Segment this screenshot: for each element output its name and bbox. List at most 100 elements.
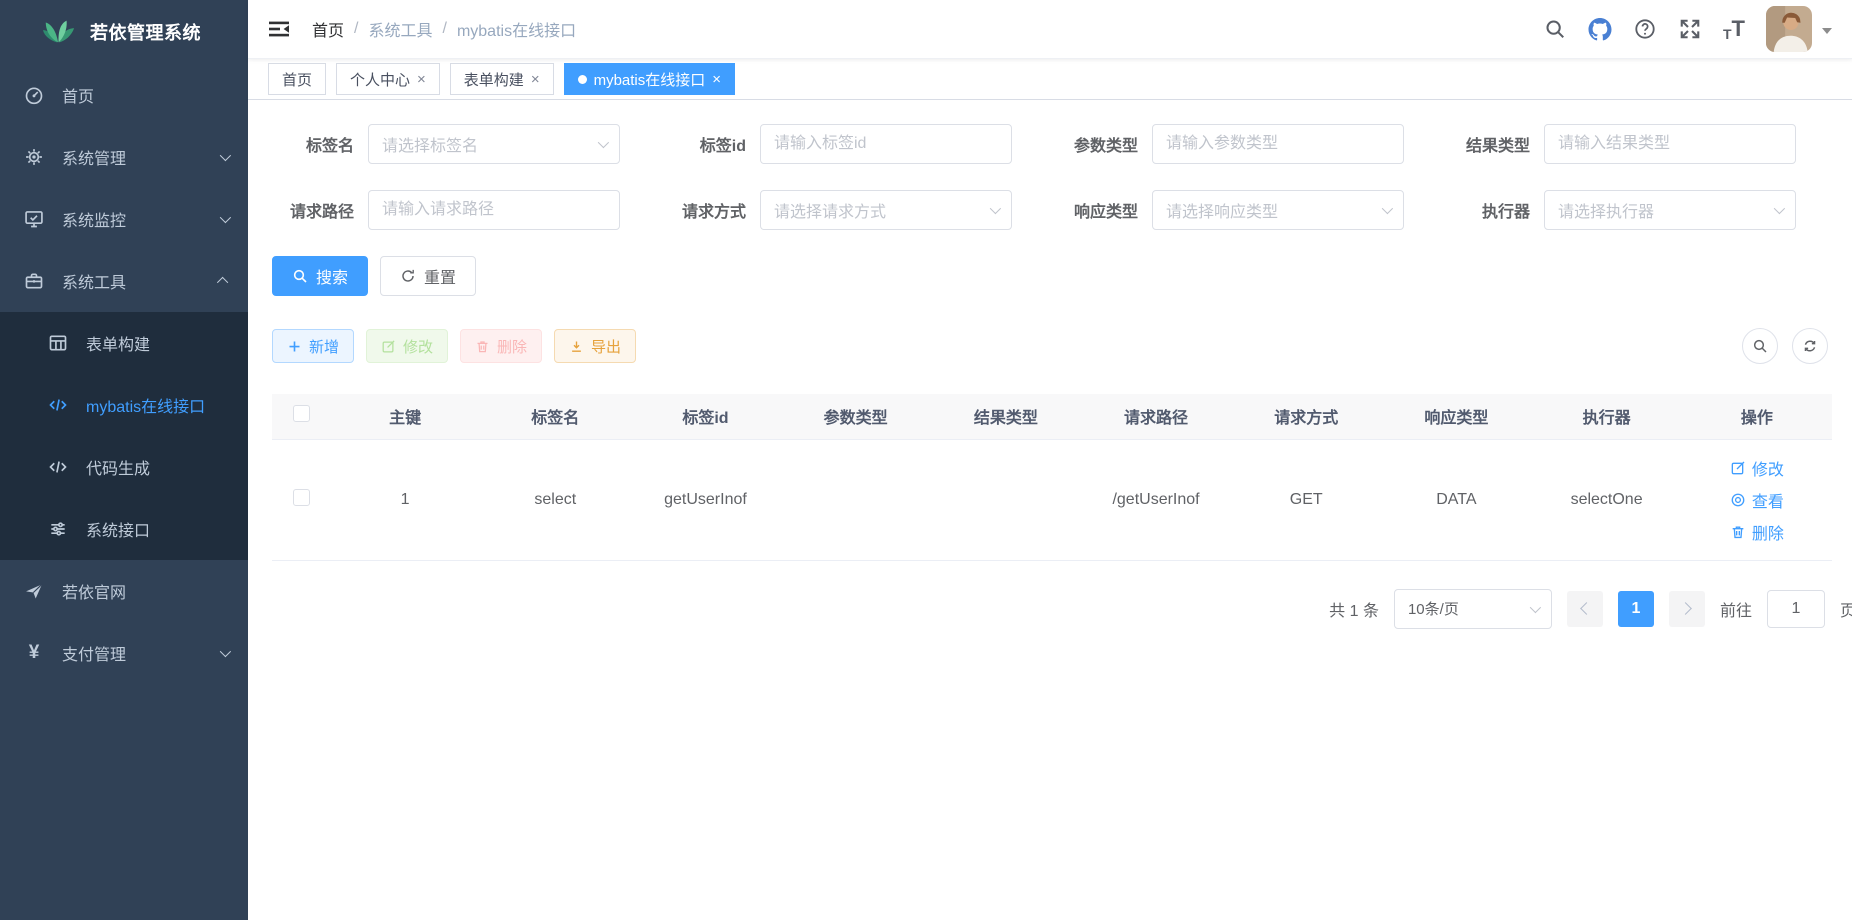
column-header: 响应类型 (1381, 394, 1531, 439)
page-size-select[interactable]: 10条/页 (1394, 589, 1552, 629)
row-edit-link[interactable]: 修改 (1730, 456, 1784, 480)
row-delete-link[interactable]: 删除 (1730, 520, 1784, 544)
sidebar-item-system-tools[interactable]: 系统工具 (0, 250, 248, 312)
toolbox-icon (24, 271, 44, 291)
trash-icon (475, 339, 490, 354)
sidebar-item-system-monitor[interactable]: 系统监控 (0, 188, 248, 250)
delete-button[interactable]: 删除 (460, 329, 542, 363)
close-icon[interactable]: × (417, 72, 426, 87)
select-placeholder: 请选择响应类型 (1166, 198, 1376, 222)
sidebar-item-home[interactable]: 首页 (0, 64, 248, 126)
tab-form-builder[interactable]: 表单构建 × (450, 63, 554, 95)
sidebar-item-system-api[interactable]: 系统接口 (0, 498, 248, 560)
select-placeholder: 请选择请求方式 (774, 198, 984, 222)
sidebar-fold-icon[interactable] (266, 16, 292, 42)
cell-result-type (931, 439, 1081, 560)
close-icon[interactable]: × (712, 72, 721, 87)
search-icon (1752, 338, 1768, 354)
tab-profile[interactable]: 个人中心 × (336, 63, 440, 95)
toolbar-right (1742, 328, 1832, 364)
tag-name-select[interactable]: 请选择标签名 (368, 124, 620, 164)
next-page-button[interactable] (1669, 591, 1705, 627)
search-form-row-2: 请求路径 请求方式 请选择请求方式 响应类型 请选择响应类型 (272, 190, 1832, 230)
cell-request-path: /getUserInof (1081, 439, 1231, 560)
search-button-label: 搜索 (316, 264, 348, 288)
column-header: 结果类型 (931, 394, 1081, 439)
request-method-select[interactable]: 请选择请求方式 (760, 190, 1012, 230)
font-size-icon[interactable]: TT (1723, 16, 1745, 42)
row-view-link[interactable]: 查看 (1730, 488, 1784, 512)
show-search-button[interactable] (1742, 328, 1778, 364)
page-unit-label: 页 (1840, 597, 1852, 621)
prev-page-button[interactable] (1567, 591, 1603, 627)
breadcrumb-item-home[interactable]: 首页 (312, 17, 344, 41)
executor-select[interactable]: 请选择执行器 (1544, 190, 1796, 230)
search-button[interactable]: 搜索 (272, 256, 368, 296)
breadcrumb-separator: / (442, 20, 446, 38)
add-button[interactable]: 新增 (272, 329, 354, 363)
pagination: 共 1 条 10条/页 1 前往 页 (272, 589, 1852, 629)
tab-mybatis-api[interactable]: mybatis在线接口 × (564, 63, 735, 95)
field-label: 请求路径 (272, 198, 368, 222)
row-checkbox[interactable] (293, 489, 310, 506)
page-number-1[interactable]: 1 (1618, 591, 1654, 627)
field-executor: 执行器 请选择执行器 (1448, 190, 1840, 230)
breadcrumb: 首页 / 系统工具 / mybatis在线接口 (312, 17, 576, 41)
top-navbar: 首页 / 系统工具 / mybatis在线接口 (248, 0, 1852, 59)
edit-button[interactable]: 修改 (366, 329, 448, 363)
sliders-icon (48, 519, 68, 539)
help-icon[interactable] (1633, 17, 1657, 41)
result-type-input[interactable] (1544, 124, 1796, 164)
row-delete-label: 删除 (1752, 520, 1784, 544)
tab-label: 个人中心 (350, 69, 410, 90)
reset-button-label: 重置 (424, 264, 456, 288)
param-type-input[interactable] (1152, 124, 1404, 164)
app-title: 若依管理系统 (90, 19, 201, 45)
sidebar-item-form-builder[interactable]: 表单构建 (0, 312, 248, 374)
response-type-select[interactable]: 请选择响应类型 (1152, 190, 1404, 230)
column-header: 执行器 (1532, 394, 1682, 439)
field-label: 标签名 (272, 132, 368, 156)
export-button[interactable]: 导出 (554, 329, 636, 363)
request-path-input[interactable] (368, 190, 620, 230)
cell-tag-id: getUserInof (630, 439, 780, 560)
sidebar-item-mybatis-api[interactable]: mybatis在线接口 (0, 374, 248, 436)
sidebar-submenu-system-tools: 表单构建 mybatis在线接口 代 (0, 312, 248, 560)
avatar[interactable] (1766, 6, 1812, 52)
goto-page-input[interactable] (1767, 590, 1825, 628)
leaf-logo-icon (42, 19, 76, 45)
chevron-down-icon (220, 212, 231, 223)
chevron-right-icon (1679, 602, 1692, 615)
sidebar-item-payment-mgmt[interactable]: ¥ 支付管理 (0, 622, 248, 684)
select-all-checkbox[interactable] (293, 405, 310, 422)
refresh-table-button[interactable] (1792, 328, 1828, 364)
edit-icon (381, 339, 396, 354)
tab-home[interactable]: 首页 (268, 63, 326, 95)
sidebar-menu: 首页 系统管理 (0, 64, 248, 684)
reset-button[interactable]: 重置 (380, 256, 476, 296)
user-menu[interactable] (1766, 6, 1832, 52)
close-icon[interactable]: × (531, 72, 540, 87)
cell-primary-key: 1 (330, 439, 480, 560)
chevron-down-icon (598, 137, 609, 148)
field-label: 参数类型 (1056, 132, 1152, 156)
github-icon[interactable] (1588, 17, 1612, 41)
row-edit-label: 修改 (1752, 456, 1784, 480)
sidebar-item-label: 系统管理 (62, 145, 126, 169)
sidebar-item-system-mgmt[interactable]: 系统管理 (0, 126, 248, 188)
tag-id-input[interactable] (760, 124, 1012, 164)
pagination-total: 共 1 条 (1329, 597, 1379, 621)
chevron-down-icon (990, 203, 1001, 214)
table-row[interactable]: 1 select getUserInof /getUserInof GET DA… (272, 439, 1832, 560)
fullscreen-icon[interactable] (1678, 17, 1702, 41)
search-icon[interactable] (1543, 17, 1567, 41)
sidebar-item-code-gen[interactable]: 代码生成 (0, 436, 248, 498)
caret-down-icon[interactable] (1822, 28, 1832, 34)
field-request-path: 请求路径 (272, 190, 664, 230)
app-logo[interactable]: 若依管理系统 (0, 0, 248, 64)
sidebar-item-official-site[interactable]: 若依官网 (0, 560, 248, 622)
goto-label: 前往 (1720, 597, 1752, 621)
cell-tag-name: select (480, 439, 630, 560)
code-icon (48, 395, 68, 415)
app-layout: 若依管理系统 首页 系统管理 (0, 0, 1852, 920)
